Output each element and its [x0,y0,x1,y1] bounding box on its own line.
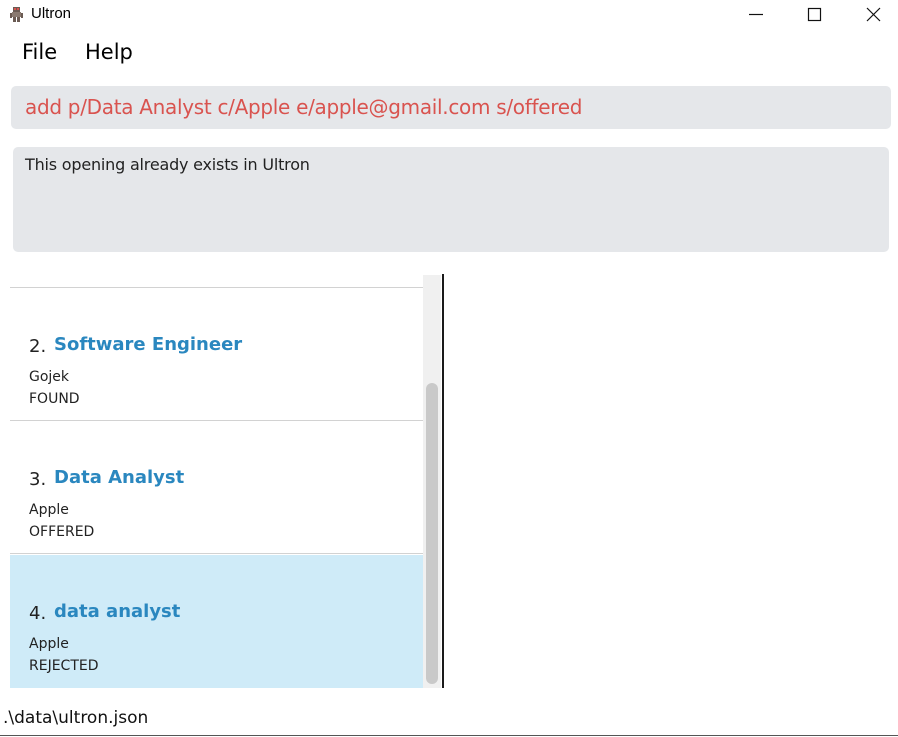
card-divider [10,553,423,554]
maximize-button[interactable] [792,0,838,30]
opening-list: 2. Software Engineer Gojek FOUND 3. Data… [10,275,442,688]
status-divider [0,735,898,736]
close-button[interactable] [851,0,897,30]
card-status: FOUND [29,391,80,407]
card-status: REJECTED [29,658,99,674]
card-company: Apple [29,502,69,518]
card-index: 2. [29,336,47,357]
status-bar: .\data\ultron.json [0,706,898,736]
close-icon [866,7,881,22]
card-company: Apple [29,636,69,652]
minimize-button[interactable] [733,0,779,30]
menu-file[interactable]: File [20,40,59,64]
save-location: .\data\ultron.json [3,708,149,728]
card-position: Data Analyst [54,467,185,488]
list-scrollbar[interactable] [423,275,441,688]
window-title: Ultron [31,5,72,22]
command-input[interactable]: add p/Data Analyst c/Apple e/apple@gmail… [25,95,582,119]
result-display: This opening already exists in Ultron [13,147,889,252]
opening-card[interactable]: 3. Data Analyst Apple OFFERED [10,421,423,554]
card-index: 3. [29,469,47,490]
minimize-icon [749,13,763,16]
command-box[interactable]: add p/Data Analyst c/Apple e/apple@gmail… [11,86,891,129]
menu-help[interactable]: Help [83,40,135,64]
opening-card-selected[interactable]: 4. data analyst Apple REJECTED [10,555,423,688]
card-status: OFFERED [29,524,95,540]
card-company: Gojek [29,369,70,385]
card-position: Software Engineer [54,334,243,355]
result-message: This opening already exists in Ultron [25,155,310,174]
panel-divider [442,274,444,688]
title-bar: Ultron [0,0,898,30]
maximize-icon [807,7,822,22]
opening-card[interactable]: 2. Software Engineer Gojek FOUND [10,288,423,421]
card-index: 4. [29,603,47,624]
scrollbar-thumb[interactable] [426,383,438,684]
ultron-app-icon [10,7,23,22]
card-position: data analyst [54,601,181,622]
